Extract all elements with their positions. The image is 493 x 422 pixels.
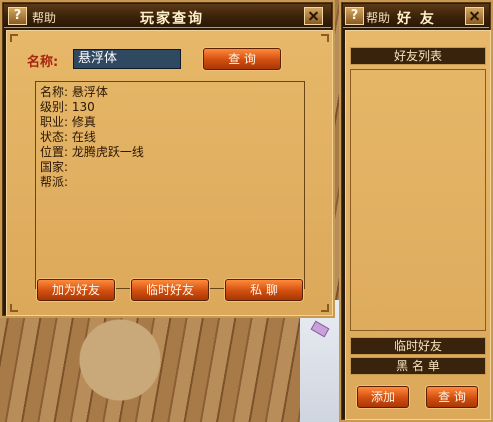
- player-query-window: ? 帮助 玩家查询 名称: 悬浮体 查 询 名称: 悬浮体 级别: 130 职业…: [0, 0, 335, 318]
- info-country: 国家:: [40, 160, 69, 174]
- query-window-titlebar[interactable]: ? 帮助 玩家查询: [4, 4, 331, 28]
- help-label[interactable]: 帮助: [32, 9, 56, 26]
- friend-list-header[interactable]: 好友列表: [350, 47, 486, 65]
- friends-panel: 好友列表 临时好友 黑 名 单 添加 查 询: [345, 30, 491, 420]
- friend-list[interactable]: [350, 69, 486, 331]
- info-name: 名称: 悬浮体: [40, 85, 108, 99]
- window-title: 玩家查询: [140, 11, 204, 27]
- window-title: 好 友: [397, 11, 436, 27]
- frame-corner: [10, 304, 18, 312]
- help-icon[interactable]: ?: [8, 7, 27, 25]
- name-input[interactable]: 悬浮体: [73, 49, 181, 69]
- temp-friends-header[interactable]: 临时好友: [350, 337, 486, 355]
- help-label[interactable]: 帮助: [366, 9, 390, 26]
- frame-corner: [10, 34, 18, 42]
- close-icon[interactable]: [465, 7, 484, 25]
- temp-friend-button[interactable]: 临时好友: [131, 279, 209, 301]
- info-location: 位置: 龙腾虎跃一线: [40, 145, 144, 159]
- private-chat-button[interactable]: 私 聊: [225, 279, 303, 301]
- friends-window-titlebar[interactable]: ? 帮助 好 友: [343, 4, 489, 28]
- info-level: 级别: 130: [40, 100, 95, 114]
- friends-window: ? 帮助 好 友 好友列表 临时好友 黑 名 单 添加 查 询: [339, 0, 493, 422]
- add-friend-button[interactable]: 加为好友: [37, 279, 115, 301]
- name-label: 名称:: [27, 55, 59, 70]
- info-guild: 帮派:: [40, 175, 69, 189]
- query-panel: 名称: 悬浮体 查 询 名称: 悬浮体 级别: 130 职业: 修真 状态: 在…: [6, 30, 333, 316]
- help-icon[interactable]: ?: [345, 7, 364, 25]
- player-info-box: 名称: 悬浮体 级别: 130 职业: 修真 状态: 在线 位置: 龙腾虎跃一线…: [35, 81, 305, 289]
- frame-corner: [321, 304, 329, 312]
- info-class: 职业: 修真: [40, 115, 96, 129]
- add-button[interactable]: 添加: [357, 386, 409, 408]
- frame-corner: [321, 34, 329, 42]
- query-button[interactable]: 查 询: [426, 386, 478, 408]
- query-button[interactable]: 查 询: [203, 48, 281, 70]
- close-icon[interactable]: [304, 7, 323, 25]
- blacklist-header[interactable]: 黑 名 单: [350, 357, 486, 375]
- info-status: 状态: 在线: [40, 130, 96, 144]
